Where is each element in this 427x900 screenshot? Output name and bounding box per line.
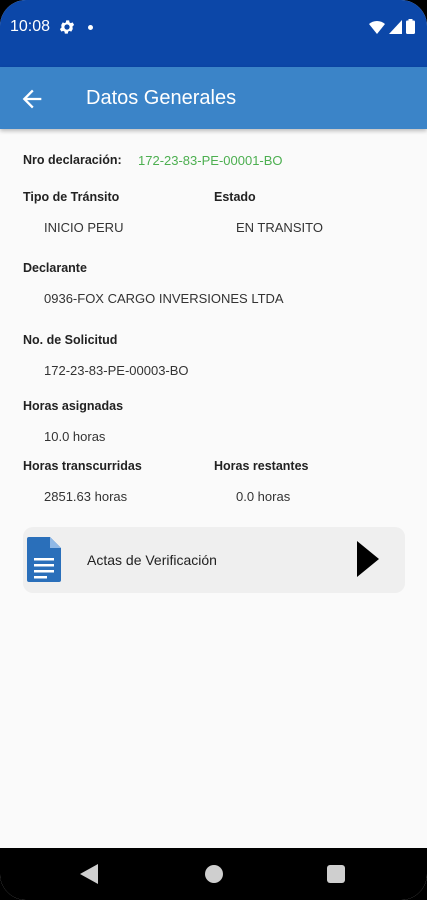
nro-declaracion-label: Nro declaración:: [23, 153, 122, 167]
horas-asignadas-value: 10.0 horas: [44, 429, 106, 444]
no-solicitud-label: No. de Solicitud: [23, 333, 118, 347]
gear-icon: [59, 20, 75, 34]
estado-value: EN TRANSITO: [236, 220, 323, 235]
status-time: 10:08: [10, 18, 51, 35]
status-bar: 10:08: [0, 0, 427, 67]
signal-icon: [389, 19, 402, 34]
battery-icon: [406, 19, 415, 34]
nav-home-icon[interactable]: [205, 865, 223, 883]
notification-dot-icon: [88, 25, 93, 30]
tipo-transito-label: Tipo de Tránsito: [23, 190, 120, 204]
actas-verificacion-label: Actas de Verificación: [87, 552, 217, 568]
system-nav-bar: [0, 848, 427, 900]
status-icons: [369, 19, 415, 34]
declarante-value: 0936-FOX CARGO INVERSIONES LTDA: [44, 291, 284, 306]
document-icon: [27, 537, 61, 582]
actas-verificacion-card[interactable]: Actas de Verificación: [23, 527, 405, 593]
play-arrow-icon[interactable]: [357, 541, 379, 577]
nro-declaracion-value: 172-23-83-PE-00001-BO: [138, 153, 283, 168]
declarante-label: Declarante: [23, 261, 87, 275]
page-title: Datos Generales: [86, 87, 237, 109]
device-screen: 10:08 Datos Generales Nro declaración: 1…: [0, 0, 427, 900]
horas-transcurridas-value: 2851.63 horas: [44, 489, 128, 504]
horas-restantes-label: Horas restantes: [214, 459, 309, 473]
no-solicitud-value: 172-23-83-PE-00003-BO: [44, 363, 189, 378]
horas-transcurridas-label: Horas transcurridas: [23, 459, 142, 473]
arrow-left-icon[interactable]: [18, 85, 46, 113]
horas-asignadas-label: Horas asignadas: [23, 399, 124, 413]
estado-label: Estado: [214, 190, 256, 204]
wifi-icon: [369, 20, 385, 34]
tipo-transito-value: INICIO PERU: [44, 220, 124, 235]
nav-recents-icon[interactable]: [327, 865, 345, 883]
app-bar: Datos Generales: [0, 67, 427, 129]
nav-back-icon[interactable]: [80, 864, 98, 884]
horas-restantes-value: 0.0 horas: [236, 489, 291, 504]
